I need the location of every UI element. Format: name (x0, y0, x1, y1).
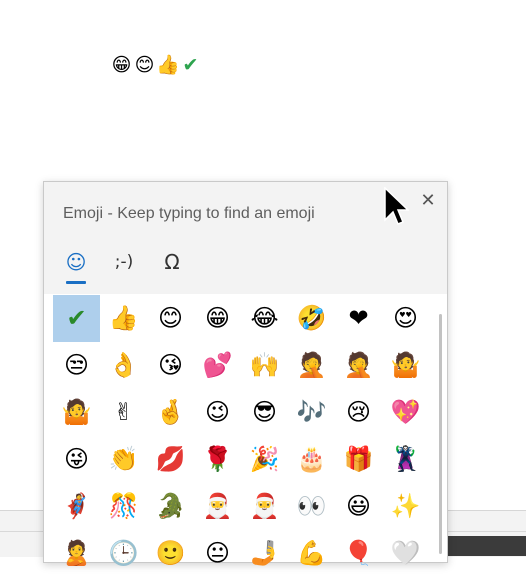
emoji-cell[interactable]: 😘 (147, 342, 194, 389)
emoji-cell[interactable]: 🦹 (382, 436, 429, 483)
emoji-cell[interactable]: 🎊 (100, 483, 147, 530)
scrollbar[interactable] (439, 314, 442, 554)
emoji-grid-area: ✔ 👍 😊 😁 😂 🤣 ❤ 😍 😒 👌 😘 💕 🙌 🤦 🤦 🤷 🤷 ✌ 🤞 😉 😎 🎶 😢 💖 😜 👏 💋 🌹 🎉 🎂 🎁 🦹 🦸 🎊 🐊 🎅 🎅 👀 😃 ✨… (44, 294, 447, 567)
tab-symbols[interactable]: Ω (150, 246, 194, 286)
emoji-cell[interactable]: 😁 (194, 295, 241, 342)
emoji-cell[interactable]: 🙎 (53, 530, 100, 577)
emoji-cell[interactable]: 👍 (100, 295, 147, 342)
emoji-cell[interactable]: 😢 (335, 389, 382, 436)
emoji-cell[interactable]: 🙂 (147, 530, 194, 577)
emoji-cell[interactable]: 🦸 (53, 483, 100, 530)
background-dark-region (446, 536, 526, 556)
emoji-cell[interactable]: 💖 (382, 389, 429, 436)
emoji-cell[interactable]: 😒 (53, 342, 100, 389)
tab-kaomoji-label: ;-) (114, 252, 134, 272)
typed-emoji: 👍 (156, 54, 180, 76)
emoji-cell[interactable]: 🕒 (100, 530, 147, 577)
emoji-panel: Emoji - Keep typing to find an emoji ✕ ☺… (43, 181, 448, 567)
emoji-cell[interactable]: 💋 (147, 436, 194, 483)
emoji-cell[interactable]: 😂 (241, 295, 288, 342)
emoji-cell[interactable]: 🤷 (53, 389, 100, 436)
panel-title: Emoji - Keep typing to find an emoji (63, 205, 315, 222)
emoji-cell[interactable]: 💕 (194, 342, 241, 389)
active-tab-indicator (66, 281, 86, 284)
emoji-cell[interactable]: 🎅 (241, 483, 288, 530)
typed-emoji: ✔ (182, 54, 199, 76)
emoji-cell[interactable]: 🤍 (382, 530, 429, 577)
emoji-cell[interactable]: 😐 (194, 530, 241, 577)
emoji-cell[interactable]: 🐊 (147, 483, 194, 530)
emoji-cell[interactable]: 😎 (241, 389, 288, 436)
emoji-cell[interactable]: 😊 (147, 295, 194, 342)
emoji-cell[interactable]: 🤞 (147, 389, 194, 436)
emoji-cell[interactable]: 💪 (288, 530, 335, 577)
close-button[interactable]: ✕ (417, 190, 439, 212)
omega-icon: Ω (164, 250, 180, 274)
emoji-cell[interactable]: 😍 (382, 295, 429, 342)
emoji-cell[interactable]: 🤣 (288, 295, 335, 342)
emoji-cell[interactable]: ✌ (100, 389, 147, 436)
emoji-cell[interactable]: 😉 (194, 389, 241, 436)
emoji-cell[interactable]: 🌹 (194, 436, 241, 483)
emoji-cell[interactable]: 😃 (335, 483, 382, 530)
typed-emoji: 😁 (111, 54, 132, 76)
emoji-cell[interactable]: 🤳 (241, 530, 288, 577)
emoji-cell[interactable]: 🤦 (288, 342, 335, 389)
mouse-pointer-icon (384, 187, 409, 225)
emoji-cell[interactable]: 👌 (100, 342, 147, 389)
smiley-icon: ☺ (65, 250, 87, 274)
emoji-cell[interactable]: 🎂 (288, 436, 335, 483)
emoji-cell[interactable]: 🙌 (241, 342, 288, 389)
emoji-cell[interactable]: 🤦 (335, 342, 382, 389)
emoji-cell[interactable]: 🎉 (241, 436, 288, 483)
typed-emoji: 😊 (134, 54, 155, 76)
emoji-cell[interactable]: 👀 (288, 483, 335, 530)
tab-kaomoji[interactable]: ;-) (102, 246, 146, 286)
emoji-cell[interactable]: 😜 (53, 436, 100, 483)
emoji-cell[interactable]: ❤ (335, 295, 382, 342)
typed-emoji-text: 😁 😊👍 ✔ (110, 55, 202, 75)
emoji-cell[interactable]: 🎈 (335, 530, 382, 577)
tab-emoji[interactable]: ☺ (54, 246, 98, 286)
emoji-cell[interactable]: 🎁 (335, 436, 382, 483)
emoji-cell[interactable]: 👏 (100, 436, 147, 483)
emoji-cell[interactable]: 🎅 (194, 483, 241, 530)
emoji-cell[interactable]: ✨ (382, 483, 429, 530)
emoji-cell[interactable]: ✔ (53, 295, 100, 342)
emoji-cell[interactable]: 🎶 (288, 389, 335, 436)
emoji-cell[interactable]: 🤷 (382, 342, 429, 389)
